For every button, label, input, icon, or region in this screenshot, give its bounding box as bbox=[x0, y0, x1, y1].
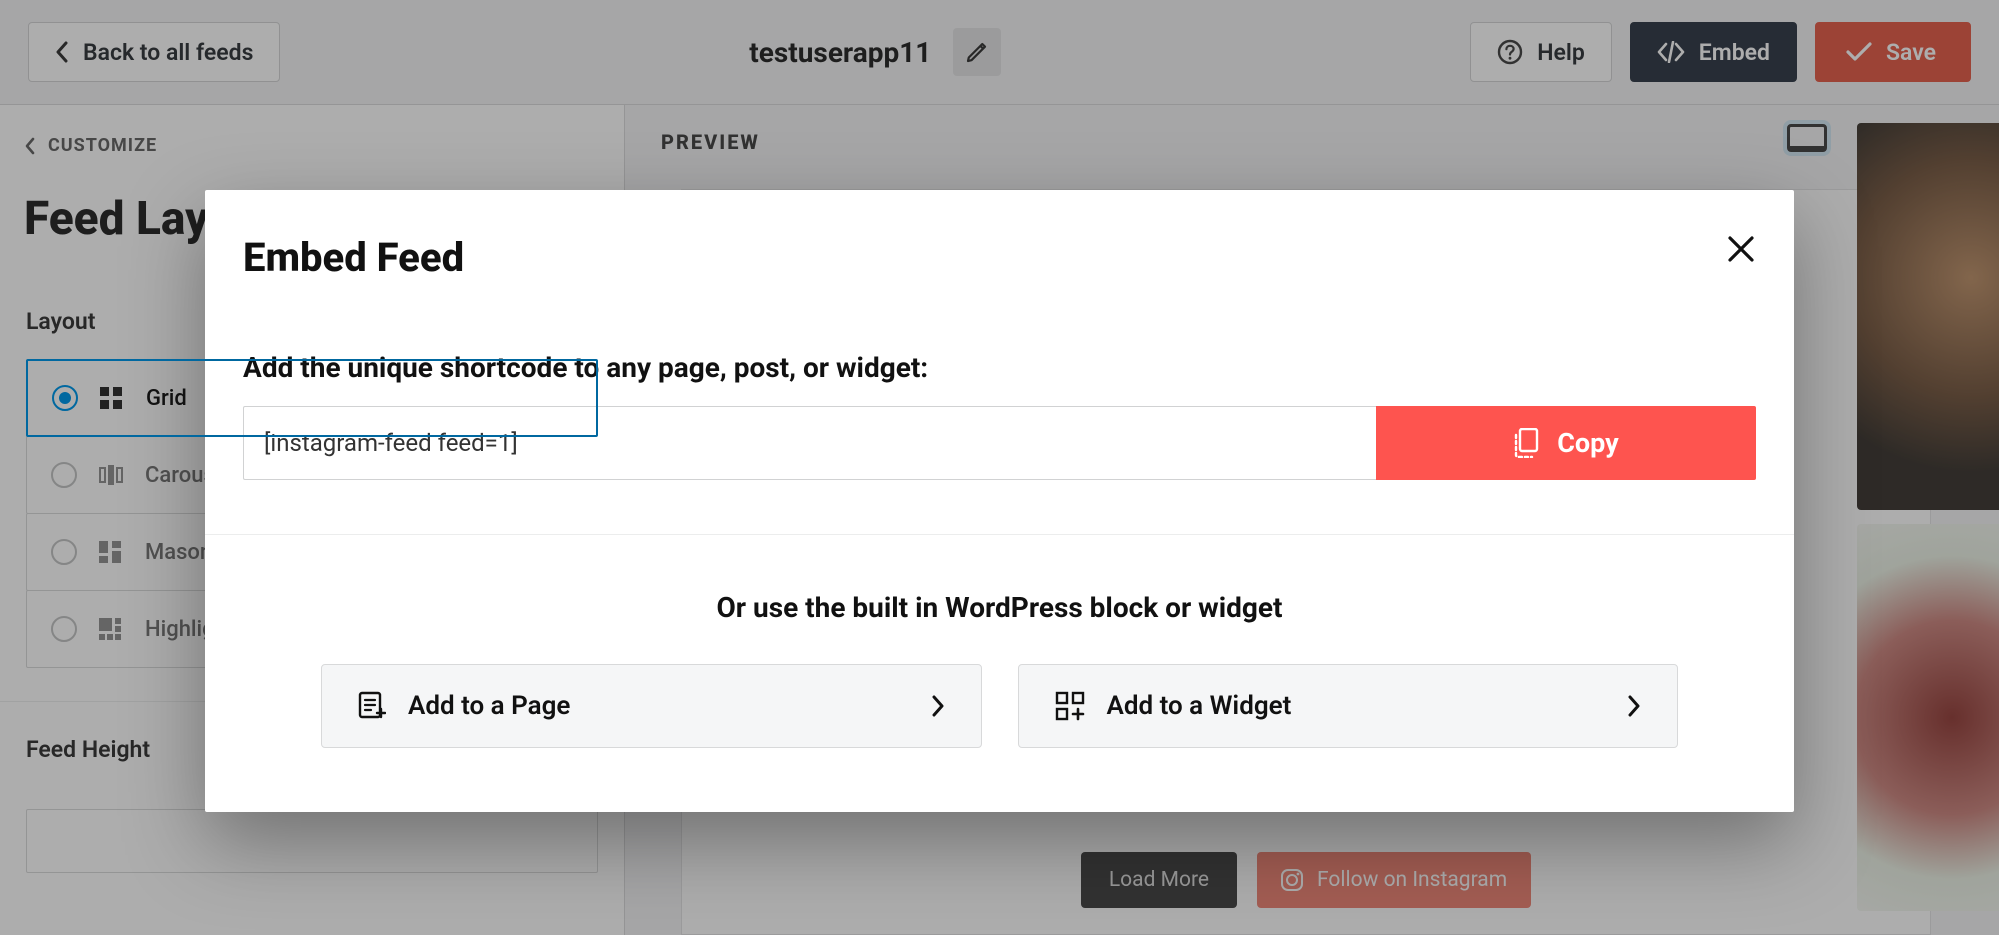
add-to-widget-button[interactable]: Add to a Widget bbox=[1018, 664, 1679, 748]
chevron-right-icon bbox=[931, 695, 945, 717]
page-icon bbox=[358, 691, 386, 721]
modal-close-button[interactable] bbox=[1726, 234, 1756, 264]
close-icon bbox=[1726, 234, 1756, 264]
grid-icon bbox=[100, 387, 124, 409]
add-to-page-label: Add to a Page bbox=[408, 691, 570, 721]
modal-title: Embed Feed bbox=[243, 234, 464, 281]
copy-button[interactable]: Copy bbox=[1376, 406, 1756, 480]
radio-icon bbox=[52, 385, 78, 411]
chevron-right-icon bbox=[1627, 695, 1641, 717]
add-to-page-button[interactable]: Add to a Page bbox=[321, 664, 982, 748]
block-instruction: Or use the built in WordPress block or w… bbox=[321, 591, 1678, 624]
layout-option-label: Grid bbox=[146, 386, 187, 411]
copy-icon bbox=[1513, 428, 1539, 458]
layout-option-grid[interactable]: Grid bbox=[26, 359, 598, 437]
add-to-widget-label: Add to a Widget bbox=[1107, 691, 1292, 721]
embed-modal: Embed Feed Add the unique shortcode to a… bbox=[205, 190, 1794, 812]
copy-label: Copy bbox=[1557, 427, 1619, 459]
widget-icon bbox=[1055, 691, 1085, 721]
